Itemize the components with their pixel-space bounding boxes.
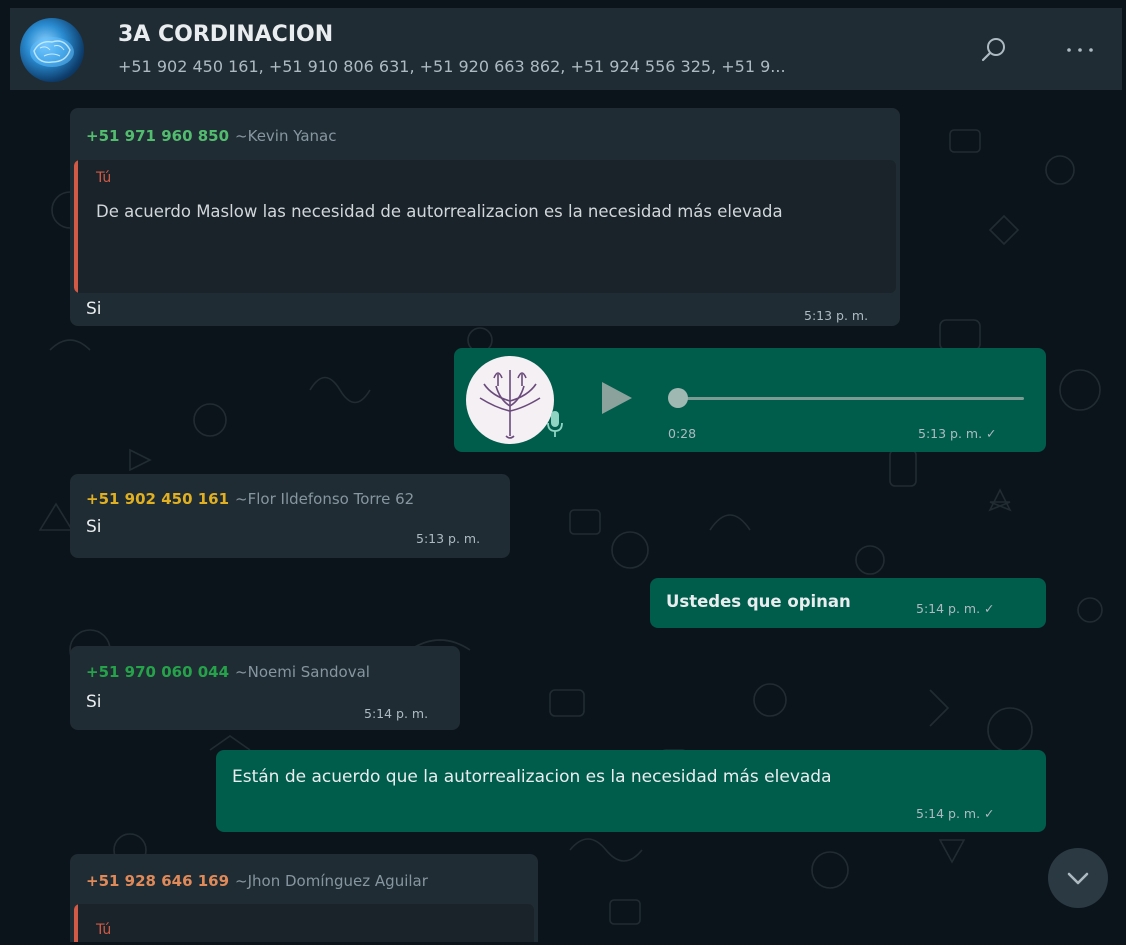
- search-icon[interactable]: [978, 34, 1010, 66]
- sender-name: ~Kevin Yanac: [235, 127, 337, 145]
- chevron-down-icon: [1067, 872, 1089, 885]
- message-time: 5:13 p. m.: [416, 531, 481, 546]
- voice-progress-track[interactable]: [678, 397, 1024, 400]
- sender-number[interactable]: +51 928 646 169: [86, 872, 229, 890]
- incoming-message[interactable]: +51 970 060 044 ~Noemi Sandoval Si 5:14 p…: [70, 646, 460, 730]
- quote-text: De acuerdo Maslow las necesidad de autor…: [96, 202, 783, 221]
- message-time: 5:13 p. m.: [804, 308, 869, 323]
- sender-number[interactable]: +51 971 960 850: [86, 127, 229, 145]
- message-text: Si: [86, 517, 102, 537]
- quote-author: Tú: [96, 922, 112, 938]
- chat-header[interactable]: 3A CORDINACION +51 902 450 161, +51 910 …: [10, 8, 1122, 90]
- sender-name: ~Flor Ildefonso Torre 62: [235, 490, 415, 508]
- message-sender[interactable]: +51 971 960 850 ~Kevin Yanac: [86, 127, 337, 145]
- outgoing-message[interactable]: Ustedes que opinan 5:14 p. m. ✓: [650, 578, 1046, 628]
- outgoing-message[interactable]: Están de acuerdo que la autorrealizacion…: [216, 750, 1046, 832]
- voice-duration: 0:28: [668, 426, 697, 441]
- message-time: 5:13 p. m. ✓: [918, 426, 997, 441]
- message-sender[interactable]: +51 902 450 161 ~Flor Ildefonso Torre 62: [86, 490, 414, 508]
- incoming-message[interactable]: +51 971 960 850 ~Kevin Yanac Tú De acuerd…: [70, 108, 900, 326]
- chat-window: 3A CORDINACION +51 902 450 161, +51 910 …: [0, 0, 1126, 945]
- sender-number[interactable]: +51 902 450 161: [86, 490, 229, 508]
- message-time: 5:14 p. m. ✓: [916, 806, 995, 821]
- sender-name: ~Jhon Domínguez Aguilar: [235, 872, 428, 890]
- message-sender[interactable]: +51 928 646 169 ~Jhon Domínguez Aguilar: [86, 872, 428, 890]
- microphone-icon: [547, 411, 563, 437]
- sender-name: ~Noemi Sandoval: [235, 663, 370, 681]
- scroll-to-bottom-button[interactable]: [1048, 848, 1108, 908]
- quoted-message[interactable]: Tú: [74, 904, 534, 942]
- message-time: 5:14 p. m. ✓: [916, 601, 995, 616]
- message-text: Si: [86, 299, 102, 319]
- incoming-message[interactable]: +51 928 646 169 ~Jhon Domínguez Aguilar T…: [70, 854, 538, 942]
- play-icon[interactable]: [600, 380, 634, 416]
- voice-progress-knob[interactable]: [668, 388, 688, 408]
- message-text: Ustedes que opinan: [666, 592, 851, 611]
- message-text: Si: [86, 692, 102, 712]
- more-options-icon[interactable]: [1064, 34, 1096, 66]
- group-title[interactable]: 3A CORDINACION: [118, 22, 333, 47]
- group-participants[interactable]: +51 902 450 161, +51 910 806 631, +51 92…: [118, 57, 786, 76]
- voice-sender-avatar: [466, 356, 554, 444]
- sender-number[interactable]: +51 970 060 044: [86, 663, 229, 681]
- quote-accent-bar: [74, 160, 78, 293]
- quoted-message[interactable]: Tú De acuerdo Maslow las necesidad de au…: [74, 160, 896, 293]
- message-list[interactable]: +51 971 960 850 ~Kevin Yanac Tú De acuerd…: [10, 90, 1122, 942]
- message-text: Están de acuerdo que la autorrealizacion…: [232, 767, 832, 787]
- message-sender[interactable]: +51 970 060 044 ~Noemi Sandoval: [86, 663, 370, 681]
- group-avatar[interactable]: [20, 18, 84, 82]
- quote-author: Tú: [96, 170, 112, 186]
- message-time: 5:14 p. m.: [364, 706, 429, 721]
- incoming-message[interactable]: +51 902 450 161 ~Flor Ildefonso Torre 62 …: [70, 474, 510, 558]
- outgoing-voice-message[interactable]: 0:28 5:13 p. m. ✓: [454, 348, 1046, 452]
- quote-accent-bar: [74, 904, 78, 942]
